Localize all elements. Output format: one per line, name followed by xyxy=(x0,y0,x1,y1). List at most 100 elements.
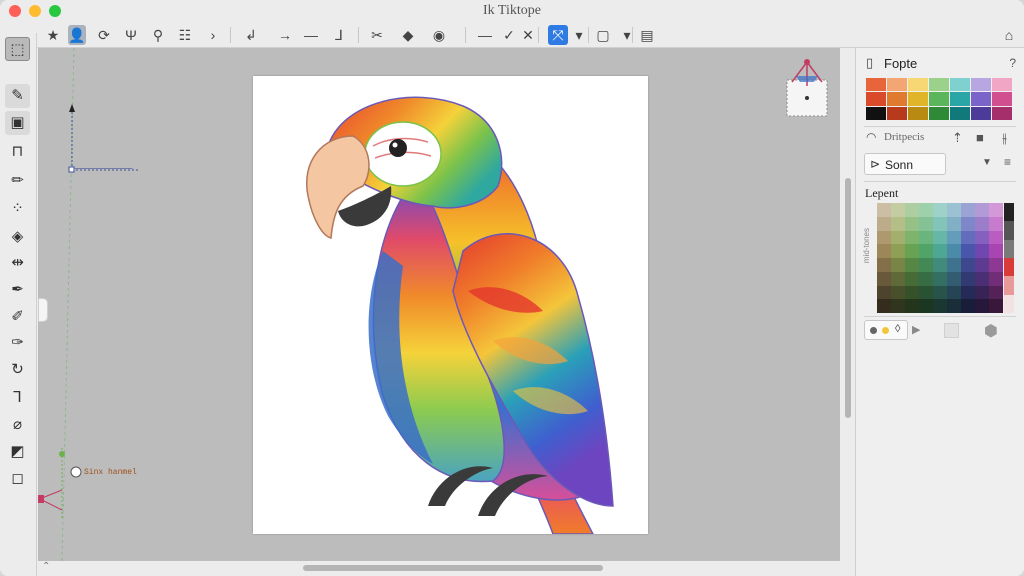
palette-cell[interactable] xyxy=(919,285,933,300)
mode-select[interactable]: ⊳ Sonn xyxy=(864,153,946,175)
minus-icon[interactable]: — xyxy=(476,25,494,45)
palette-cell[interactable] xyxy=(989,271,1003,286)
palette-side-cell[interactable] xyxy=(1004,239,1014,258)
cube-tool-icon[interactable]: ◈ xyxy=(5,225,30,249)
palette-cell[interactable] xyxy=(919,258,933,272)
square-fill-icon[interactable]: ■ xyxy=(976,130,984,145)
palette-cell[interactable] xyxy=(933,299,947,313)
dropper-tool-icon[interactable]: ⌀ xyxy=(5,413,30,437)
corner-icon[interactable]: ⅃ xyxy=(330,25,348,45)
palette-cell[interactable] xyxy=(877,203,891,217)
palette-cell[interactable] xyxy=(891,216,905,231)
parrot-artwork[interactable] xyxy=(253,76,648,535)
palette-cell[interactable] xyxy=(891,299,905,313)
clock-icon[interactable]: ⟳ xyxy=(95,25,113,45)
color-swatch[interactable] xyxy=(971,92,991,106)
zoom-tool-icon[interactable]: ◻ xyxy=(5,467,30,491)
caret-down-icon[interactable]: ▾ xyxy=(570,25,588,45)
palette-cell[interactable] xyxy=(961,216,975,231)
palette-cell[interactable] xyxy=(975,244,989,258)
home-icon[interactable]: ⌂ xyxy=(1000,25,1018,45)
text-tool-icon[interactable]: Ꞁ xyxy=(5,386,30,410)
palette-cell[interactable] xyxy=(989,216,1003,231)
palette-cell[interactable] xyxy=(989,203,1003,217)
rect-tool-icon[interactable]: ▣ xyxy=(5,111,30,135)
color-swatch[interactable] xyxy=(971,106,991,120)
color-swatch[interactable] xyxy=(908,92,928,106)
palette-cell[interactable] xyxy=(961,203,975,217)
palette-cell[interactable] xyxy=(919,230,933,245)
palette-cell[interactable] xyxy=(947,230,961,245)
chevron-right-icon[interactable]: › xyxy=(204,25,222,45)
menu-icon[interactable]: ≡ xyxy=(1004,155,1011,169)
palette-cell[interactable] xyxy=(905,271,919,286)
color-swatch[interactable] xyxy=(992,78,1012,92)
horizontal-scrollbar[interactable]: ⌃ xyxy=(38,561,854,576)
check-icon[interactable]: ✓ xyxy=(500,25,518,45)
red-pen-tool-icon[interactable]: ✐ xyxy=(5,305,30,329)
palette-cell[interactable] xyxy=(905,285,919,300)
palette-cell[interactable] xyxy=(975,299,989,313)
scissors-icon[interactable]: ✂ xyxy=(368,25,386,45)
bevel-tool-icon[interactable]: ⊓ xyxy=(5,140,30,164)
color-palette-grid[interactable] xyxy=(877,203,1003,313)
color-swatch[interactable] xyxy=(908,78,928,92)
tag-icon[interactable]: ◆ xyxy=(399,25,417,45)
color-swatch[interactable] xyxy=(866,106,886,120)
palette-cell[interactable] xyxy=(905,230,919,245)
color-swatch[interactable] xyxy=(929,106,949,120)
palette-cell[interactable] xyxy=(947,258,961,272)
palette-cell[interactable] xyxy=(905,244,919,258)
palette-side-cell[interactable] xyxy=(1004,221,1014,240)
palette-cell[interactable] xyxy=(961,285,975,300)
node-tool-icon[interactable]: ✎ xyxy=(5,84,30,108)
palette-cell[interactable] xyxy=(989,285,1003,300)
palette-cell[interactable] xyxy=(975,203,989,217)
palette-cell[interactable] xyxy=(947,285,961,300)
palette-cell[interactable] xyxy=(891,271,905,286)
palette-cell[interactable] xyxy=(933,244,947,258)
spiral-tool-icon[interactable]: ↻ xyxy=(5,358,30,382)
swatch-square-icon[interactable] xyxy=(944,323,959,338)
arrow-right-icon[interactable]: → xyxy=(276,25,294,45)
vertical-scrollbar[interactable] xyxy=(842,48,854,561)
color-swatch[interactable] xyxy=(929,78,949,92)
color-swatch[interactable] xyxy=(887,78,907,92)
preview-thumbnail[interactable] xyxy=(786,58,828,118)
palette-cell[interactable] xyxy=(961,271,975,286)
color-swatch[interactable] xyxy=(971,78,991,92)
palette-cell[interactable] xyxy=(877,285,891,300)
vertical-scroll-thumb[interactable] xyxy=(845,178,851,418)
color-mode-toggle[interactable]: ◊ xyxy=(864,320,908,340)
color-swatch[interactable] xyxy=(908,106,928,120)
palette-cell[interactable] xyxy=(919,216,933,231)
palette-side-cell[interactable] xyxy=(1004,257,1014,277)
calligraphy-tool-icon[interactable]: ✑ xyxy=(5,331,30,355)
color-swatch[interactable] xyxy=(929,92,949,106)
selector-tool-icon[interactable]: ⬚ xyxy=(5,37,30,61)
palette-side-cell[interactable] xyxy=(1004,294,1014,313)
color-swatch[interactable] xyxy=(866,92,886,106)
canvas-area[interactable]: ──────────── Sinx hanmel xyxy=(38,48,840,561)
palette-cell[interactable] xyxy=(877,258,891,272)
palette-cell[interactable] xyxy=(919,271,933,286)
palette-cell[interactable] xyxy=(975,271,989,286)
snap-icon[interactable]: ⤧ xyxy=(548,25,568,45)
document-page[interactable] xyxy=(253,76,648,535)
palette-cell[interactable] xyxy=(891,258,905,272)
palette-cell[interactable] xyxy=(947,203,961,217)
palette-cell[interactable] xyxy=(877,230,891,245)
palette-cell[interactable] xyxy=(919,203,933,217)
palette-cell[interactable] xyxy=(933,258,947,272)
palette-cell[interactable] xyxy=(919,299,933,313)
palette-cell[interactable] xyxy=(947,244,961,258)
color-swatch[interactable] xyxy=(887,106,907,120)
panel-toggle-icon[interactable]: ▤ xyxy=(638,25,656,45)
palette-cell[interactable] xyxy=(975,230,989,245)
palette-cell[interactable] xyxy=(877,271,891,286)
palette-side-cell[interactable] xyxy=(1004,276,1014,295)
palette-cell[interactable] xyxy=(891,230,905,245)
palette-cell[interactable] xyxy=(877,244,891,258)
palette-cell[interactable] xyxy=(891,285,905,300)
palette-cell[interactable] xyxy=(989,258,1003,272)
